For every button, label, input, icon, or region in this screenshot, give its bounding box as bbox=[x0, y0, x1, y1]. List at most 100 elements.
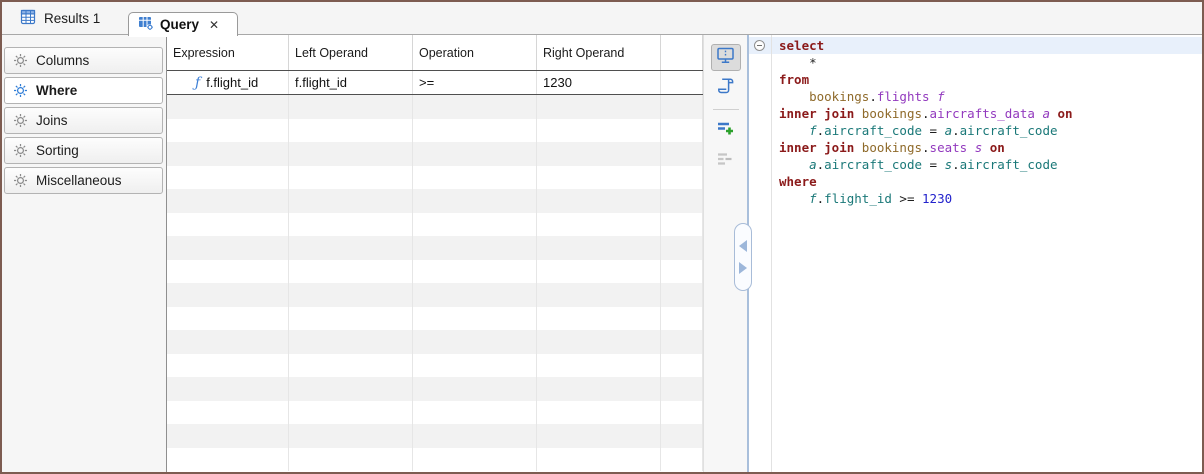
sql-line: * bbox=[779, 54, 1202, 71]
empty-cell bbox=[537, 95, 661, 119]
collapse-right-arrow-icon[interactable] bbox=[739, 262, 747, 274]
empty-row bbox=[167, 377, 703, 401]
tab-results-label: Results 1 bbox=[44, 11, 100, 26]
tab-query[interactable]: Query ✕ bbox=[128, 12, 238, 36]
cell-left-operand[interactable]: f.flight_id bbox=[289, 71, 413, 94]
empty-cell bbox=[289, 260, 413, 284]
empty-row bbox=[167, 95, 703, 119]
empty-cell bbox=[413, 142, 537, 166]
sidebar-item-miscellaneous[interactable]: Miscellaneous bbox=[4, 167, 163, 194]
collapse-minus-icon[interactable] bbox=[754, 40, 765, 51]
sidebar-item-label: Sorting bbox=[36, 143, 79, 158]
empty-cell bbox=[167, 236, 289, 260]
empty-row bbox=[167, 213, 703, 237]
column-header-left-operand[interactable]: Left Operand bbox=[289, 35, 413, 70]
empty-cell bbox=[167, 307, 289, 331]
empty-cell bbox=[167, 189, 289, 213]
empty-cell bbox=[289, 142, 413, 166]
empty-cell bbox=[167, 354, 289, 378]
sql-code: select *from bookings.flights finner joi… bbox=[772, 37, 1202, 207]
empty-grid-rows bbox=[167, 95, 703, 471]
splitter-collapse-control[interactable] bbox=[734, 223, 752, 291]
empty-cell bbox=[167, 401, 289, 425]
condition-row[interactable]: ƒf.flight_idf.flight_id >= 1230 bbox=[167, 71, 703, 95]
empty-cell bbox=[289, 166, 413, 190]
toggle-preview-panel-button[interactable] bbox=[711, 44, 741, 71]
empty-cell bbox=[537, 236, 661, 260]
empty-cell bbox=[661, 119, 703, 143]
cell-expression[interactable]: ƒf.flight_id bbox=[167, 71, 289, 94]
remove-expression-button[interactable] bbox=[711, 147, 741, 174]
empty-cell bbox=[289, 377, 413, 401]
empty-cell bbox=[537, 401, 661, 425]
cell-value: 1230 bbox=[543, 75, 572, 90]
column-header-expression[interactable]: Expression bbox=[167, 35, 289, 70]
empty-row bbox=[167, 307, 703, 331]
empty-row bbox=[167, 354, 703, 378]
cell-value: >= bbox=[419, 75, 434, 90]
empty-cell bbox=[167, 142, 289, 166]
sql-line: f.aircraft_code = a.aircraft_code bbox=[779, 122, 1202, 139]
sidebar-item-label: Where bbox=[36, 83, 77, 98]
empty-cell bbox=[413, 401, 537, 425]
grid-header-row: ExpressionLeft OperandOperationRight Ope… bbox=[167, 35, 703, 71]
sidebar-item-where[interactable]: Where bbox=[4, 77, 163, 104]
empty-cell bbox=[661, 95, 703, 119]
sidebar-item-label: Columns bbox=[36, 53, 89, 68]
empty-cell bbox=[413, 236, 537, 260]
collapse-left-arrow-icon[interactable] bbox=[739, 240, 747, 252]
sql-line: f.flight_id >= 1230 bbox=[779, 190, 1202, 207]
empty-cell bbox=[413, 448, 537, 472]
sql-preview-editor[interactable]: select *from bookings.flights finner joi… bbox=[749, 35, 1202, 472]
tab-results[interactable]: Results 1 bbox=[10, 2, 110, 35]
empty-row bbox=[167, 448, 703, 472]
gear-icon bbox=[13, 113, 28, 128]
empty-cell bbox=[661, 189, 703, 213]
column-header-extra[interactable] bbox=[661, 35, 703, 70]
sql-line: where bbox=[779, 173, 1202, 190]
empty-cell bbox=[537, 189, 661, 213]
empty-cell bbox=[537, 448, 661, 472]
close-icon[interactable]: ✕ bbox=[209, 18, 219, 32]
main-area: Columns Where Joins Sorting Miscellaneous Ex… bbox=[2, 35, 1202, 472]
tab-query-label: Query bbox=[160, 17, 199, 32]
sidebar-item-joins[interactable]: Joins bbox=[4, 107, 163, 134]
toolbar-separator bbox=[713, 109, 739, 110]
add-expression-button[interactable] bbox=[711, 117, 741, 144]
empty-cell bbox=[289, 424, 413, 448]
empty-cell bbox=[661, 377, 703, 401]
empty-cell bbox=[413, 354, 537, 378]
empty-cell bbox=[537, 330, 661, 354]
sql-line: inner join bookings.seats s on bbox=[779, 139, 1202, 156]
sidebar-item-sorting[interactable]: Sorting bbox=[4, 137, 163, 164]
empty-cell bbox=[537, 307, 661, 331]
empty-cell bbox=[661, 424, 703, 448]
monitor-preview-icon bbox=[716, 46, 735, 70]
empty-cell bbox=[537, 213, 661, 237]
empty-cell bbox=[167, 448, 289, 472]
column-header-right-operand[interactable]: Right Operand bbox=[537, 35, 661, 70]
empty-cell bbox=[413, 424, 537, 448]
cell-extra[interactable] bbox=[661, 71, 703, 94]
empty-cell bbox=[661, 166, 703, 190]
empty-cell bbox=[289, 354, 413, 378]
open-sql-script-button[interactable] bbox=[711, 74, 741, 101]
empty-row bbox=[167, 119, 703, 143]
empty-cell bbox=[167, 119, 289, 143]
cell-value: f.flight_id bbox=[206, 75, 258, 90]
empty-cell bbox=[661, 213, 703, 237]
sql-line: inner join bookings.aircrafts_data a on bbox=[779, 105, 1202, 122]
sidebar-item-label: Joins bbox=[36, 113, 68, 128]
empty-cell bbox=[413, 119, 537, 143]
where-conditions-grid[interactable]: ExpressionLeft OperandOperationRight Ope… bbox=[167, 35, 703, 472]
empty-cell bbox=[537, 283, 661, 307]
cell-right-operand[interactable]: 1230 bbox=[537, 71, 661, 94]
results-grid-icon bbox=[20, 9, 36, 28]
sidebar-item-columns[interactable]: Columns bbox=[4, 47, 163, 74]
empty-cell bbox=[289, 307, 413, 331]
cell-operation[interactable]: >= bbox=[413, 71, 537, 94]
empty-cell bbox=[289, 330, 413, 354]
empty-row bbox=[167, 283, 703, 307]
column-header-operation[interactable]: Operation bbox=[413, 35, 537, 70]
empty-cell bbox=[661, 260, 703, 284]
